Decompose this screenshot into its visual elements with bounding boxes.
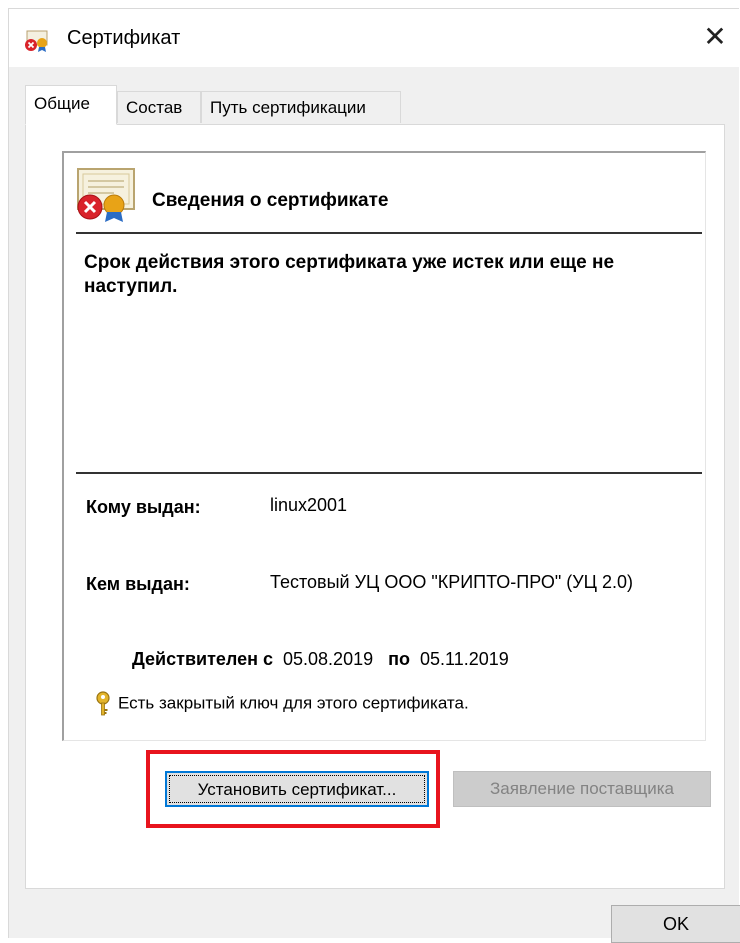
valid-to-date: 05.11.2019 (420, 649, 509, 669)
heading-divider (76, 232, 702, 234)
tab-details[interactable]: Состав (117, 91, 201, 123)
window-title: Сертификат (67, 27, 181, 49)
issued-by-value: Тестовый УЦ ООО "КРИПТО-ПРО" (УЦ 2.0) (270, 572, 633, 592)
tab-general[interactable]: Общие (25, 85, 117, 125)
install-certificate-button[interactable]: Установить сертификат... (165, 771, 429, 807)
certificate-error-icon (25, 30, 48, 52)
private-key-note: Есть закрытый ключ для этого сертификата… (118, 693, 469, 713)
issued-to-label: Кому выдан: (86, 497, 201, 517)
key-icon (96, 691, 110, 716)
certificate-dialog: Сертификат ✕ Общие Состав Путь сертифика… (8, 8, 740, 943)
issuer-statement-button: Заявление поставщика (453, 771, 711, 807)
title-bar: Сертификат ✕ (9, 9, 739, 67)
issued-by-label: Кем выдан: (86, 574, 190, 594)
valid-to-label: по (388, 649, 410, 669)
private-key-row: Есть закрытый ключ для этого сертификата… (94, 691, 469, 717)
validity-status-text: Срок действия этого сертификата уже исте… (84, 252, 615, 297)
validity-period: Действителен с 05.08.2019 по 05.11.2019 (132, 649, 509, 670)
valid-from-date: 05.08.2019 (283, 649, 374, 669)
ok-button[interactable]: OK (611, 905, 740, 943)
issued-to-value: linux2001 (270, 495, 348, 515)
certificate-error-icon (77, 168, 135, 222)
details-divider (76, 472, 702, 474)
valid-from-label: Действителен с (132, 649, 273, 669)
certificate-info-box: Сведения о сертификате Срок действия это… (62, 151, 706, 741)
close-icon[interactable]: ✕ (695, 17, 735, 57)
tab-certification-path[interactable]: Путь сертификации (201, 91, 401, 123)
cert-info-heading: Сведения о сертификате (152, 190, 389, 211)
